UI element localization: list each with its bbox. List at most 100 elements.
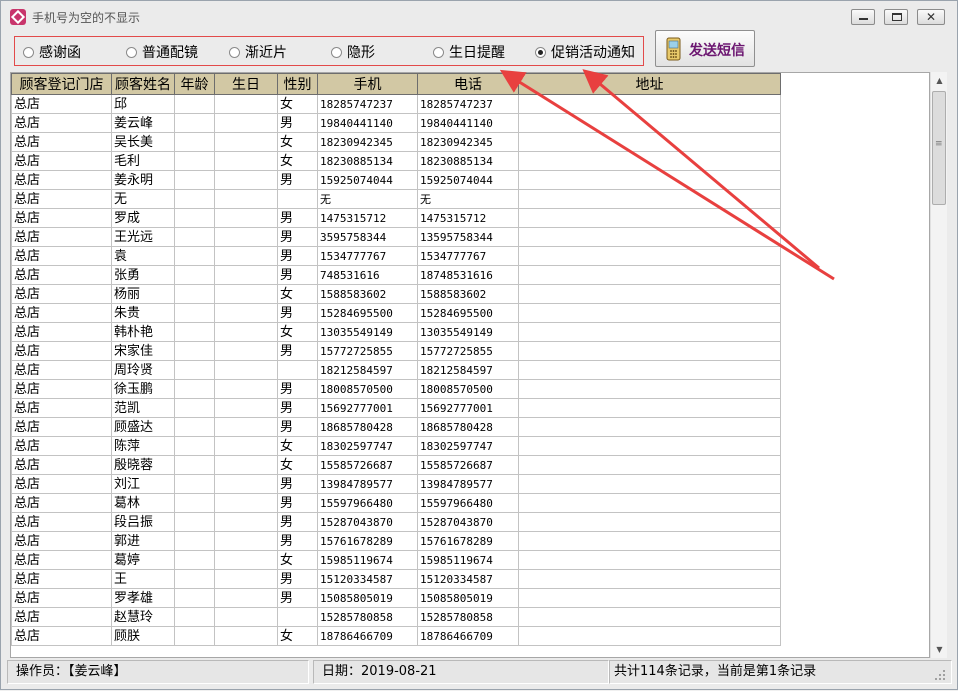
radio-circle — [23, 46, 34, 58]
table-row[interactable]: 总店 赵慧玲 15285780858 15285780858 — [11, 607, 781, 627]
table-row[interactable]: 总店 段吕振男 15287043870 15287043870 — [11, 512, 781, 532]
table-row[interactable]: 总店 宋家佳男 15772725855 15772725855 — [11, 341, 781, 361]
table-cell — [174, 474, 215, 494]
table-row[interactable]: 总店袁男 1534777767 1534777767 — [11, 246, 781, 266]
table-cell: 陈萍 — [111, 436, 175, 456]
table-row[interactable]: 总店 顾盛达男 18685780428 18685780428 — [11, 417, 781, 437]
table-cell: 总店 — [11, 341, 112, 361]
radio-birthday[interactable]: 生日提醒 — [433, 44, 505, 61]
resize-grip-icon[interactable] — [931, 666, 947, 682]
table-row[interactable]: 总店 郭进男 15761678289 15761678289 — [11, 531, 781, 551]
column-header[interactable]: 性别 — [277, 73, 318, 95]
table-cell — [518, 265, 781, 285]
table-cell: 男 — [277, 569, 318, 589]
table-row[interactable]: 总店 张勇 男 748531616 18748531616 — [11, 265, 781, 285]
scroll-up-icon[interactable]: ▲ — [931, 72, 948, 89]
column-header[interactable]: 顾客登记门店 — [11, 73, 112, 95]
table-cell: 总店 — [11, 151, 112, 171]
scroll-thumb[interactable] — [932, 91, 946, 205]
table-cell: 3595758344 — [317, 227, 418, 247]
vertical-scrollbar[interactable]: ▲ ▼ — [930, 72, 947, 658]
table-cell: 总店 — [11, 132, 112, 152]
close-icon: ✕ — [926, 10, 937, 24]
table-row[interactable]: 总店邱女 18285747237 18285747237 — [11, 94, 781, 114]
table-row[interactable]: 总店 徐玉鹏男 18008570500 18008570500 — [11, 379, 781, 399]
table-cell: 18285747237 — [417, 94, 519, 114]
table-cell — [214, 189, 278, 209]
close-button[interactable]: ✕ — [917, 9, 945, 25]
minimize-button[interactable] — [851, 9, 875, 25]
table-row[interactable]: 总店 刘江男 13984789577 13984789577 — [11, 474, 781, 494]
table-row[interactable]: 总店 葛婷女 15985119674 15985119674 — [11, 550, 781, 570]
table-cell — [174, 379, 215, 399]
column-header[interactable]: 顾客姓名 — [111, 73, 175, 95]
radio-promotion[interactable]: 促销活动通知 — [535, 44, 635, 61]
table-row[interactable]: 总店 周玲贤 18212584597 18212584597 — [11, 360, 781, 380]
table-cell: 1534777767 — [317, 246, 418, 266]
table-row[interactable]: 总店 葛林男 15597966480 15597966480 — [11, 493, 781, 513]
table-row[interactable]: 总店 罗孝雄男 15085805019 15085805019 — [11, 588, 781, 608]
table-cell — [174, 512, 215, 532]
scroll-down-icon[interactable]: ▼ — [931, 641, 948, 658]
table-row[interactable]: 总店 姜云峰男 19840441140 19840441140 — [11, 113, 781, 133]
table-row[interactable]: 总店 顾朕女 18786466709 18786466709 — [11, 626, 781, 646]
title-bar: 手机号为空的不显示 ✕ — [1, 1, 957, 31]
radio-contact-lens[interactable]: 隐形 — [331, 44, 375, 61]
table-cell: 顾朕 — [111, 626, 175, 646]
table-row[interactable]: 总店 殷晓蓉女 15585726687 15585726687 — [11, 455, 781, 475]
table-cell — [214, 474, 278, 494]
table-cell: 18285747237 — [317, 94, 418, 114]
table-row[interactable]: 总店 王光远 男 3595758344 13595758344 — [11, 227, 781, 247]
table-row[interactable]: 总店 朱贵男 15284695500 15284695500 — [11, 303, 781, 323]
table-cell: 18008570500 — [317, 379, 418, 399]
table-row[interactable]: 总店王男 15120334587 15120334587 — [11, 569, 781, 589]
table-cell: 总店 — [11, 417, 112, 437]
table-cell — [174, 436, 215, 456]
column-header[interactable]: 手机 — [317, 73, 418, 95]
table-cell — [174, 550, 215, 570]
table-cell — [518, 512, 781, 532]
radio-normal-glasses[interactable]: 普通配镜 — [126, 44, 198, 61]
table-cell — [214, 94, 278, 114]
table-cell: 18302597747 — [317, 436, 418, 456]
table-row[interactable]: 总店 罗成男 1475315712 1475315712 — [11, 208, 781, 228]
table-row[interactable]: 总店 范凯男 15692777001 15692777001 — [11, 398, 781, 418]
table-cell — [518, 341, 781, 361]
maximize-button[interactable] — [884, 9, 908, 25]
radio-circle — [331, 46, 342, 58]
table-cell: 总店 — [11, 474, 112, 494]
table-cell: 女 — [277, 550, 318, 570]
table-row[interactable]: 总店 姜永明男 15925074044 15925074044 — [11, 170, 781, 190]
table-cell — [214, 569, 278, 589]
table-row[interactable]: 总店 毛利女 18230885134 18230885134 — [11, 151, 781, 171]
table-cell: 15287043870 — [317, 512, 418, 532]
table-cell: 总店 — [11, 246, 112, 266]
table-cell: 毛利 — [111, 151, 175, 171]
table-cell: 女 — [277, 94, 318, 114]
app-icon — [10, 9, 26, 25]
table-cell — [277, 360, 318, 380]
column-header[interactable]: 生日 — [214, 73, 278, 95]
table-cell — [174, 322, 215, 342]
table-cell: 18786466709 — [317, 626, 418, 646]
table-row[interactable]: 总店 韩朴艳女 13035549149 13035549149 — [11, 322, 781, 342]
radio-thank-you[interactable]: 感谢函 — [23, 44, 81, 61]
radio-progressive[interactable]: 渐近片 — [229, 44, 287, 61]
table-cell: 男 — [277, 474, 318, 494]
table-row[interactable]: 总店无无无 — [11, 189, 781, 209]
column-header[interactable]: 电话 — [417, 73, 519, 95]
table-cell — [174, 208, 215, 228]
send-sms-button[interactable]: 发送短信 — [655, 30, 755, 67]
table-cell: 15692777001 — [317, 398, 418, 418]
table-cell — [174, 189, 215, 209]
table-cell — [518, 436, 781, 456]
radio-circle — [126, 46, 137, 58]
column-header[interactable]: 年龄 — [174, 73, 215, 95]
table-row[interactable]: 总店 陈萍女 18302597747 18302597747 — [11, 436, 781, 456]
customer-grid[interactable]: 顾客登记门店 顾客姓名 年龄 生日 性别 手机 电话 地址 总店邱女 18285747237 18… — [10, 72, 930, 658]
table-cell: 男 — [277, 398, 318, 418]
table-row[interactable]: 总店 吴长美女 18230942345 18230942345 — [11, 132, 781, 152]
column-header[interactable]: 地址 — [518, 73, 781, 95]
table-row[interactable]: 总店 杨丽女 1588583602 1588583602 — [11, 284, 781, 304]
table-cell: 周玲贤 — [111, 360, 175, 380]
